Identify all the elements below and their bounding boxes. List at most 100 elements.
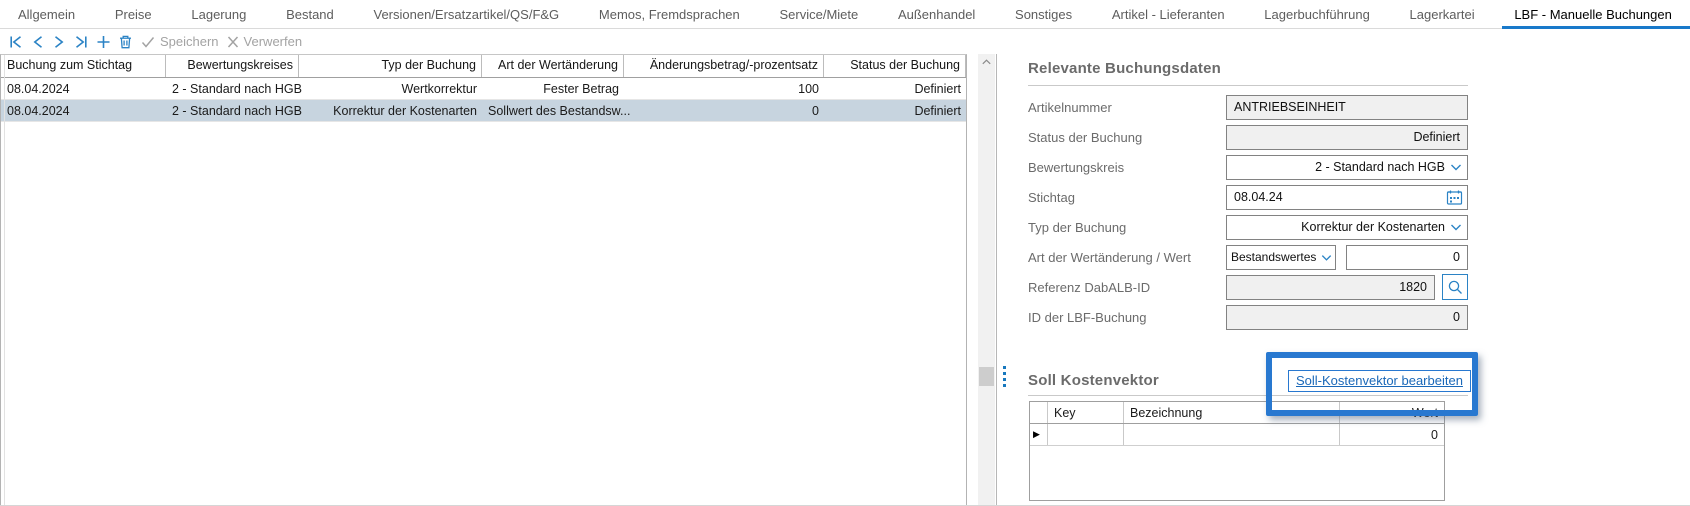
stichtag-label: Stichtag — [1028, 190, 1226, 205]
kostenvektor-col-bezeichnung[interactable]: Bezeichnung — [1124, 402, 1340, 423]
kostenvektor-bezeichnung-cell[interactable] — [1124, 424, 1340, 445]
bewertungskreis-value: 2 - Standard nach HGB — [1234, 160, 1445, 174]
typ-value: Korrektur der Kostenarten — [1234, 220, 1445, 234]
grid-cell: Korrektur der Kostenarten — [299, 104, 482, 118]
artikelnummer-row: Artikelnummer ANTRIEBSEINHEIT — [1028, 92, 1468, 122]
kostenvektor-row[interactable]: ▶ 0 — [1030, 424, 1444, 446]
chevron-down-icon[interactable] — [1449, 220, 1463, 234]
discard-button-label: Verwerfen — [244, 34, 303, 49]
tab-lbf-manuelle-buchungen[interactable]: LBF - Manuelle Buchungen — [1510, 1, 1676, 28]
add-record-button[interactable] — [96, 34, 111, 50]
grid-cell: Definiert — [824, 82, 966, 96]
grid-cell: Definiert — [824, 104, 966, 118]
row-marker-arrow-icon: ▶ — [1033, 429, 1040, 440]
lbf-id-row: ID der LBF-Buchung 0 — [1028, 302, 1468, 332]
x-icon — [226, 34, 240, 50]
trash-icon — [118, 34, 133, 50]
scroll-up-arrow-icon[interactable] — [978, 54, 995, 70]
tab-versionen-ersatzartikel-qs-f-g[interactable]: Versionen/Ersatzartikel/QS/F&G — [369, 1, 563, 28]
chevron-down-icon[interactable] — [1320, 251, 1333, 264]
panel-divider — [996, 54, 997, 506]
nav-previous-icon — [31, 34, 45, 50]
tab-lagerung[interactable]: Lagerung — [187, 1, 250, 28]
soll-kostenvektor-section: Soll Kostenvektor Soll-Kostenvektor bear… — [1028, 372, 1468, 501]
stichtag-input[interactable]: 08.04.24 — [1226, 185, 1468, 210]
art-wert-row: Art der Wertänderung / Wert Bestandswert… — [1028, 242, 1468, 272]
art-wert-label: Art der Wertänderung / Wert — [1028, 250, 1226, 265]
save-button[interactable]: Speichern — [140, 34, 219, 50]
tab-memos-fremdsprachen[interactable]: Memos, Fremdsprachen — [595, 1, 744, 28]
bookings-grid: Buchung zum StichtagBewertungskreisesTyp… — [0, 54, 967, 506]
scrollbar-thumb[interactable] — [979, 367, 994, 386]
kostenvektor-marker-header — [1030, 402, 1048, 423]
tab-außenhandel[interactable]: Außenhandel — [894, 1, 979, 28]
grid-cell: 2 - Standard nach HGB — [166, 104, 299, 118]
tab-lagerbuchführung[interactable]: Lagerbuchführung — [1260, 1, 1374, 28]
grid-cell: Sollwert des Bestandsw... — [482, 104, 624, 118]
grid-body: 08.04.20242 - Standard nach HGBWertkorre… — [1, 78, 966, 122]
tab-allgemein[interactable]: Allgemein — [14, 1, 79, 28]
plus-icon — [96, 34, 111, 50]
nav-first-button[interactable] — [8, 34, 24, 50]
referenz-field[interactable]: 1820 — [1226, 275, 1435, 300]
tab-lagerkartei[interactable]: Lagerkartei — [1406, 1, 1479, 28]
nav-last-button[interactable] — [73, 34, 89, 50]
kostenvektor-col-key[interactable]: Key — [1048, 402, 1124, 423]
grid-cell: 08.04.2024 — [1, 104, 166, 118]
grid-column-header[interactable]: Änderungsbetrag/-prozentsatz — [624, 55, 824, 77]
grid-cell: Fester Betrag — [482, 82, 624, 96]
tab-bestand[interactable]: Bestand — [282, 1, 338, 28]
calendar-icon[interactable] — [1445, 188, 1464, 207]
typ-select[interactable]: Korrektur der Kostenarten — [1226, 215, 1468, 240]
application-window: Allgemein Preise Lagerung Bestand Versionen/… — [0, 0, 1690, 506]
tab-artikel-lieferanten[interactable]: Artikel - Lieferanten — [1108, 1, 1229, 28]
chevron-down-icon[interactable] — [1449, 160, 1463, 174]
grid-column-header[interactable]: Status der Buchung — [824, 55, 966, 77]
status-label: Status der Buchung — [1028, 130, 1226, 145]
grid-cell: 100 — [624, 82, 824, 96]
kostenvektor-col-wert[interactable]: Wert — [1340, 402, 1444, 423]
delete-record-button[interactable] — [118, 34, 133, 50]
splitter-handle[interactable] — [1001, 366, 1007, 387]
nav-next-icon — [52, 34, 66, 50]
lbf-id-value: 0 — [1234, 310, 1460, 324]
wert-value: 0 — [1354, 250, 1460, 264]
bewertungskreis-select[interactable]: 2 - Standard nach HGB — [1226, 155, 1468, 180]
grid-header: Buchung zum StichtagBewertungskreisesTyp… — [1, 55, 966, 78]
tab-sonstiges[interactable]: Sonstiges — [1011, 1, 1076, 28]
soll-kostenvektor-bearbeiten-link[interactable]: Soll-Kostenvektor bearbeiten — [1288, 370, 1471, 392]
tab-service-miete[interactable]: Service/Miete — [776, 1, 863, 28]
lbf-id-field[interactable]: 0 — [1226, 305, 1468, 330]
row-marker: ▶ — [1030, 424, 1048, 445]
referenz-label: Referenz DabALB-ID — [1028, 280, 1226, 295]
referenz-lookup-button[interactable] — [1442, 274, 1468, 300]
grid-column-header[interactable]: Bewertungskreises — [166, 55, 299, 77]
grid-column-header[interactable]: Buchung zum Stichtag — [1, 55, 166, 77]
nav-previous-button[interactable] — [31, 34, 45, 50]
bewertungskreis-row: Bewertungskreis 2 - Standard nach HGB — [1028, 152, 1468, 182]
artikelnummer-value: ANTRIEBSEINHEIT — [1234, 100, 1460, 114]
tab-preise[interactable]: Preise — [111, 1, 156, 28]
panel-title: Relevante Buchungsdaten — [1028, 60, 1468, 77]
discard-button[interactable]: Verwerfen — [226, 34, 303, 50]
grid-cell: 2 - Standard nach HGB — [166, 82, 299, 96]
artikelnummer-field[interactable]: ANTRIEBSEINHEIT — [1226, 95, 1468, 120]
grid-cell: 08.04.2024 — [1, 82, 166, 96]
table-row[interactable]: 08.04.20242 - Standard nach HGBWertkorre… — [1, 78, 966, 100]
grid-vertical-scrollbar[interactable] — [978, 54, 995, 506]
kostenvektor-key-cell[interactable] — [1048, 424, 1124, 445]
grid-column-header[interactable]: Art der Wertänderung — [482, 55, 624, 77]
status-value: Definiert — [1234, 130, 1460, 144]
save-button-label: Speichern — [160, 34, 219, 49]
nav-next-button[interactable] — [52, 34, 66, 50]
kostenvektor-wert-cell[interactable]: 0 — [1340, 424, 1444, 445]
status-field[interactable]: Definiert — [1226, 125, 1468, 150]
kostenvektor-header: Key Bezeichnung Wert — [1030, 402, 1444, 424]
grid-cell: Wertkorrektur — [299, 82, 482, 96]
table-row[interactable]: 08.04.20242 - Standard nach HGBKorrektur… — [1, 100, 966, 122]
wertaenderung-art-select[interactable]: Bestandswertes — [1226, 245, 1336, 270]
kostenvektor-rule — [1028, 395, 1468, 396]
wert-input[interactable]: 0 — [1346, 245, 1468, 270]
grid-column-header[interactable]: Typ der Buchung — [299, 55, 482, 77]
kostenvektor-table: Key Bezeichnung Wert ▶ 0 — [1029, 401, 1445, 501]
